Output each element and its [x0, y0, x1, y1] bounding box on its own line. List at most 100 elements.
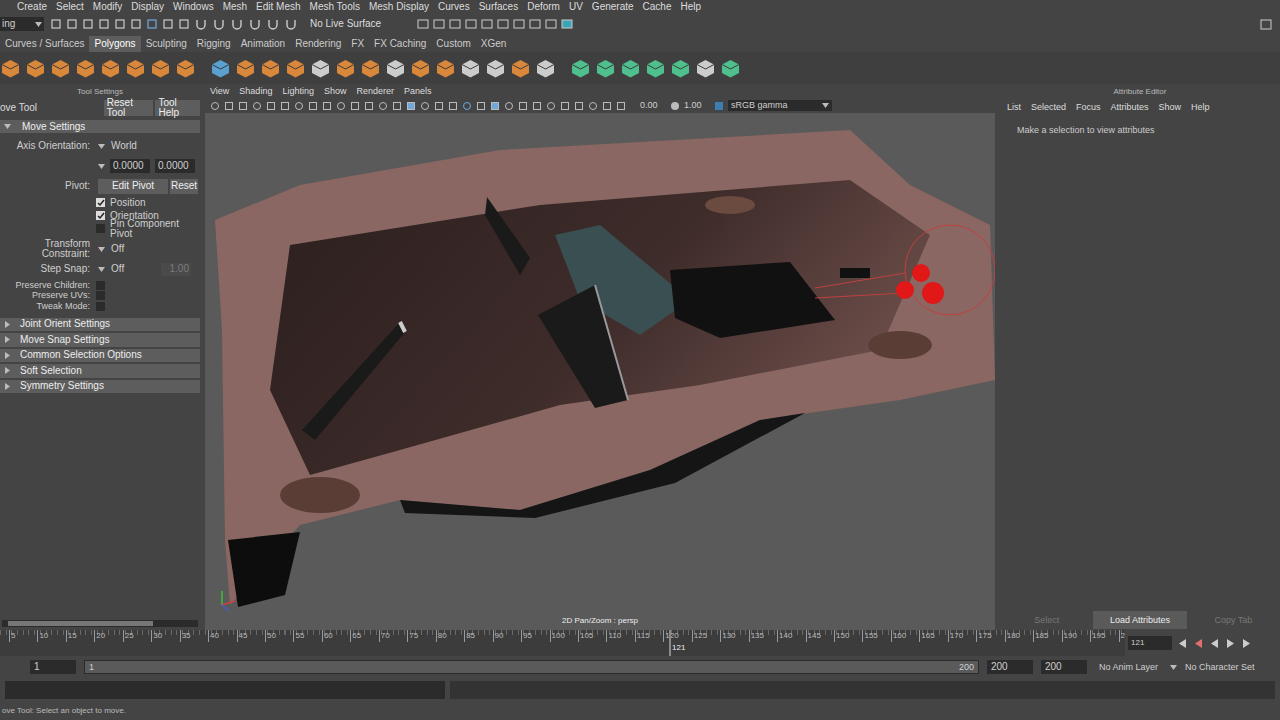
anim-layer[interactable]: No Anim Layer [1099, 663, 1158, 672]
axis-dropdown[interactable]: World [111, 141, 137, 151]
shelf-icon[interactable] [695, 58, 716, 79]
viewport-tool-icon[interactable] [392, 101, 402, 111]
menu-item[interactable]: Mesh [223, 2, 247, 12]
magnet-icon[interactable] [248, 18, 262, 30]
viewport-menu-item[interactable]: View [210, 87, 229, 96]
attribute-button[interactable]: Select [1000, 611, 1093, 629]
checkbox[interactable] [96, 211, 105, 220]
character-set[interactable]: No Character Set [1185, 663, 1255, 672]
render-icon[interactable] [561, 18, 573, 30]
playback-icon[interactable] [1241, 638, 1252, 649]
render-icon[interactable] [545, 18, 557, 30]
attribute-menu-item[interactable]: Help [1191, 103, 1210, 112]
step-snap-dropdown[interactable]: Off [111, 264, 161, 274]
shelf-icon[interactable] [310, 58, 331, 79]
time-slider[interactable]: 5101520253035404550556065707580859095100… [0, 630, 1125, 656]
section-header[interactable]: Soft Selection [0, 364, 200, 378]
shelf-icon[interactable] [435, 58, 456, 79]
viewport-tool-icon[interactable] [238, 101, 248, 111]
playback-icon[interactable] [1225, 638, 1236, 649]
viewport-tool-icon[interactable] [364, 101, 374, 111]
viewport-tool-icon[interactable] [588, 101, 598, 111]
viewport-tool-icon[interactable] [532, 101, 542, 111]
tool-button[interactable]: Tool Help [155, 100, 200, 116]
shelf-icon[interactable] [510, 58, 531, 79]
checkbox[interactable] [96, 198, 105, 207]
render-icon[interactable] [529, 18, 541, 30]
magnet-icon[interactable] [212, 18, 226, 30]
attribute-menu-item[interactable]: List [1007, 103, 1021, 112]
viewport-tool-icon[interactable] [350, 101, 360, 111]
shelf-icon[interactable] [25, 58, 46, 79]
shelf-icon[interactable] [75, 58, 96, 79]
shelf-icon[interactable] [0, 58, 21, 79]
shelf-icon[interactable] [385, 58, 406, 79]
magnet-icon[interactable] [284, 18, 298, 30]
shelf-icon[interactable] [410, 58, 431, 79]
start-field[interactable]: 1 [30, 660, 76, 674]
shelf-icon[interactable] [100, 58, 121, 79]
shelf-tab[interactable]: Rigging [192, 36, 236, 52]
render-icon[interactable] [497, 18, 509, 30]
render-icon[interactable] [465, 18, 477, 30]
tool-button[interactable]: Reset Tool [104, 100, 154, 116]
menu-item[interactable]: UV [569, 2, 583, 12]
playback-icon[interactable] [1193, 638, 1204, 649]
pivot-button[interactable]: Edit Pivot [98, 179, 168, 194]
menu-item[interactable]: Select [56, 2, 84, 12]
shelf-icon[interactable] [335, 58, 356, 79]
shelf-icon[interactable] [460, 58, 481, 79]
shelf-icon[interactable] [360, 58, 381, 79]
viewport-tool-icon[interactable] [210, 101, 220, 111]
axis-field[interactable]: 0.0000 [155, 159, 195, 173]
tool-icon[interactable] [82, 18, 94, 30]
tool-icon[interactable] [50, 18, 62, 30]
live-surface[interactable]: No Live Surface [310, 19, 381, 29]
gamma-field[interactable]: 1.00 [684, 101, 710, 110]
viewport-tool-icon[interactable] [490, 101, 500, 111]
shelf-tab[interactable]: Custom [431, 36, 475, 52]
attribute-menu-item[interactable]: Selected [1031, 103, 1066, 112]
magnet-icon[interactable] [230, 18, 244, 30]
shelf-icon[interactable] [210, 58, 231, 79]
attribute-button[interactable]: Load Attributes [1093, 611, 1186, 629]
shelf-tab[interactable]: FX Caching [369, 36, 431, 52]
scene-view[interactable]: 2D Pan/Zoom : persp [205, 113, 995, 630]
viewport-tool-icon[interactable] [448, 101, 458, 111]
attribute-menu-item[interactable]: Attributes [1111, 103, 1149, 112]
shelf-tab[interactable]: Animation [236, 36, 290, 52]
end-field[interactable]: 200 [987, 660, 1033, 674]
color-space-dropdown[interactable]: sRGB gamma [728, 100, 832, 111]
magnet-icon[interactable] [194, 18, 208, 30]
range-slider[interactable]: 1200 [84, 660, 979, 674]
shelf-icon[interactable] [720, 58, 741, 79]
viewport-tool-icon[interactable] [476, 101, 486, 111]
menu-item[interactable]: Curves [438, 2, 470, 12]
viewport-tool-icon[interactable] [280, 101, 290, 111]
viewport-tool-icon[interactable] [266, 101, 276, 111]
shelf-tab[interactable]: Polygons [89, 36, 140, 52]
viewport-tool-icon[interactable] [406, 101, 416, 111]
anim-end-field[interactable]: 200 [1041, 660, 1087, 674]
shelf-icon[interactable] [620, 58, 641, 79]
menu-item[interactable]: Edit Mesh [256, 2, 300, 12]
tool-icon[interactable] [178, 18, 190, 30]
menu-item[interactable]: Deform [527, 2, 560, 12]
current-frame-marker[interactable]: 121 [669, 630, 671, 656]
shelf-icon[interactable] [235, 58, 256, 79]
shelf-icon[interactable] [595, 58, 616, 79]
menu-item[interactable]: Create [17, 2, 47, 12]
tool-icon[interactable] [98, 18, 110, 30]
tool-icon[interactable] [130, 18, 142, 30]
step-snap-field[interactable]: 1.00 [161, 263, 191, 276]
menu-item[interactable]: Help [680, 2, 701, 12]
workspace-icon[interactable] [1260, 17, 1274, 31]
shelf-icon[interactable] [285, 58, 306, 79]
viewport-tool-icon[interactable] [602, 101, 612, 111]
playback-icon[interactable] [1177, 638, 1188, 649]
viewport-tool-icon[interactable] [224, 101, 234, 111]
shelf-tab[interactable]: FX [346, 36, 369, 52]
viewport-tool-icon[interactable] [560, 101, 570, 111]
viewport-tool-icon[interactable] [294, 101, 304, 111]
section-header[interactable]: Move Snap Settings [0, 333, 200, 347]
